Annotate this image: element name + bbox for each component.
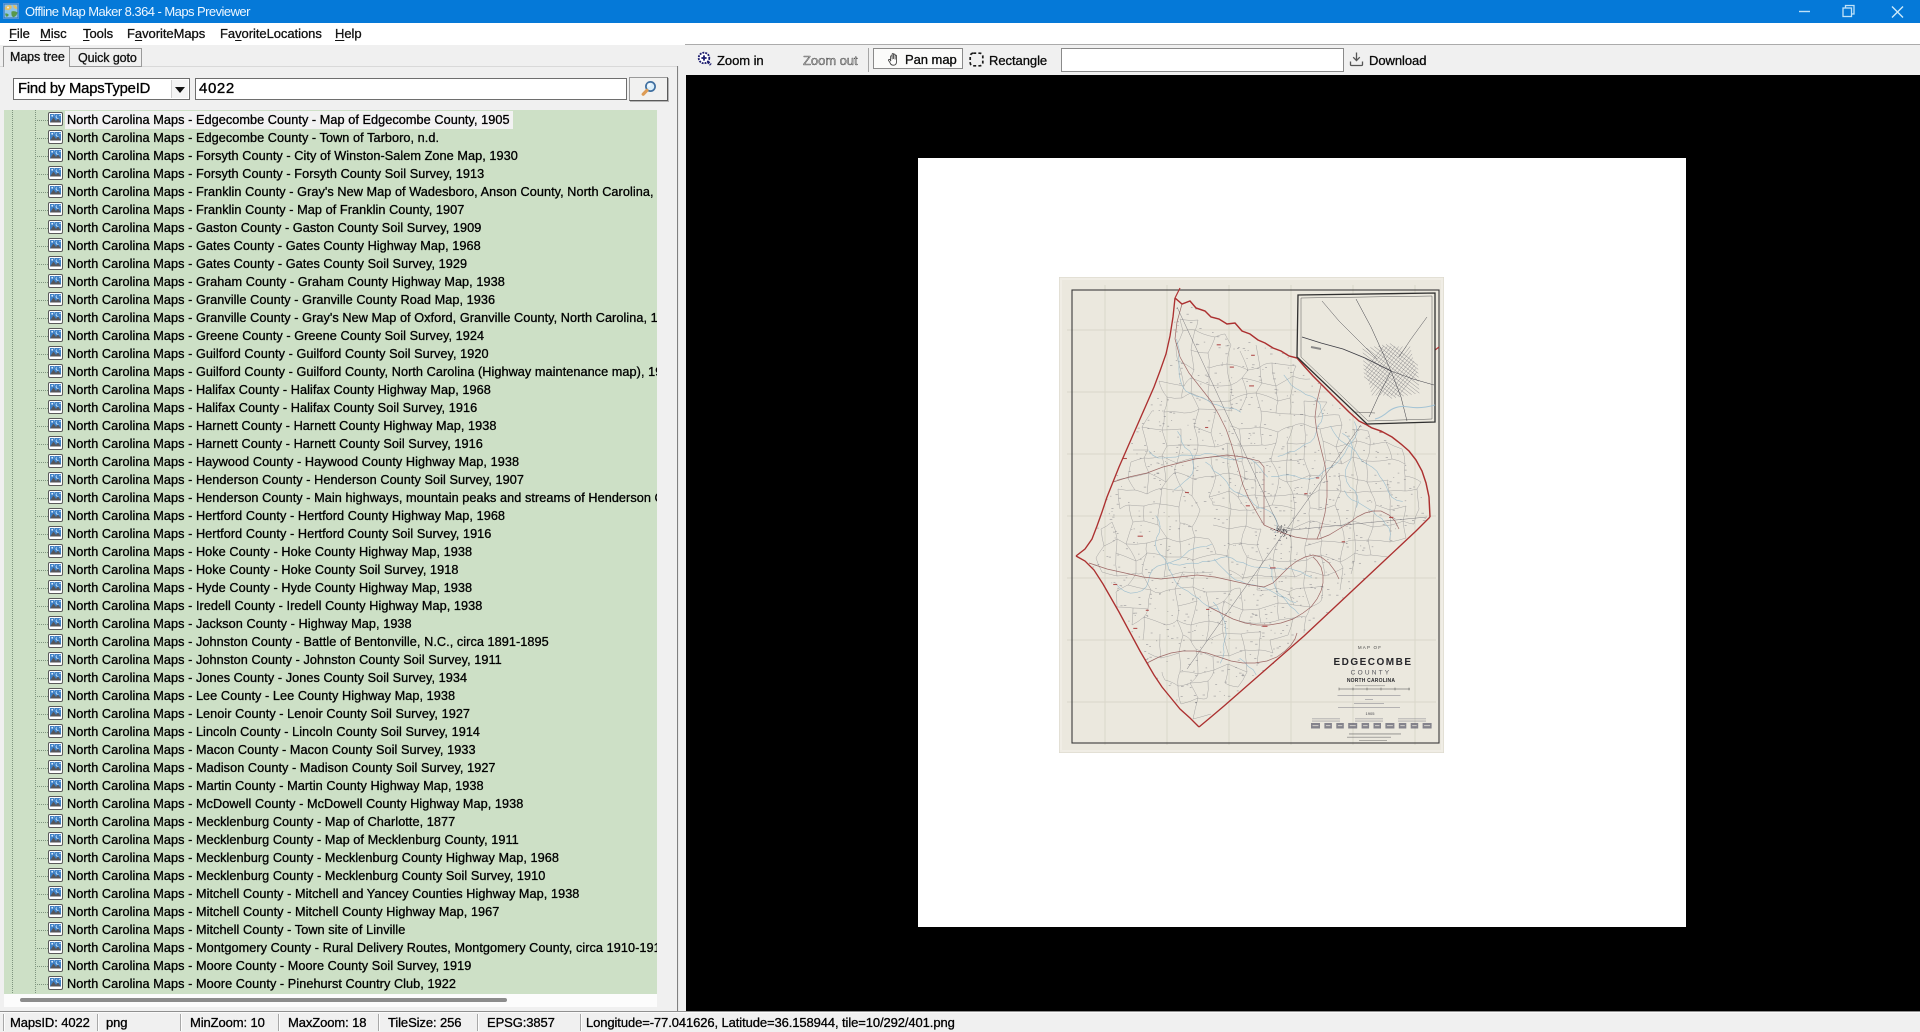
svg-text:NORTH CAROLINA: NORTH CAROLINA [1347, 678, 1396, 684]
svg-text:1905: 1905 [1366, 711, 1376, 716]
svg-text:COUNTY: COUNTY [1351, 670, 1392, 677]
svg-text:MAP OF: MAP OF [1358, 645, 1382, 650]
svg-text:EDGECOMBE: EDGECOMBE [1333, 657, 1412, 668]
